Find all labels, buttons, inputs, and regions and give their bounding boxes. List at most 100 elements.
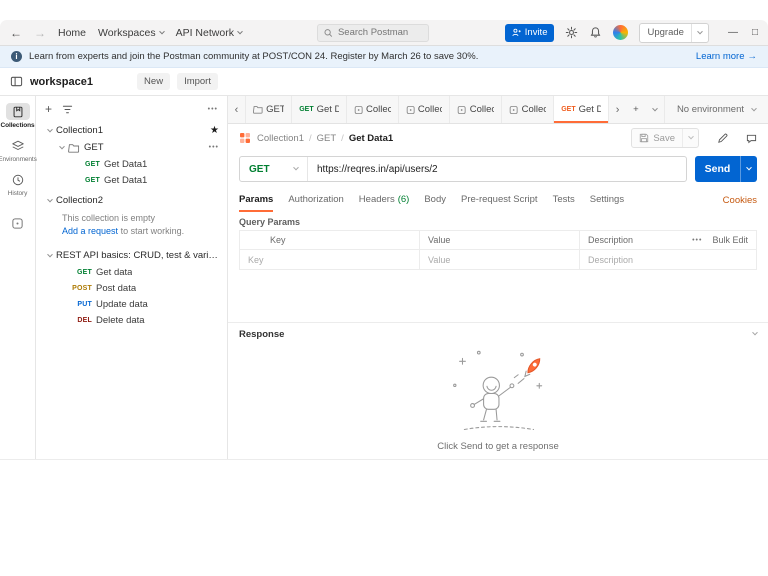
params-more-actions-icon[interactable]: ••• xyxy=(692,237,702,244)
sidebar-toggle-icon[interactable] xyxy=(10,75,23,88)
chevron-down-icon xyxy=(751,105,757,111)
back-icon[interactable]: ← xyxy=(10,26,22,40)
tab-headers[interactable]: Headers (6) xyxy=(359,188,410,212)
chevron-down-icon xyxy=(746,164,752,171)
expander-icon[interactable] xyxy=(59,143,65,149)
query-params-label: Query Params xyxy=(239,217,301,227)
global-search[interactable] xyxy=(317,23,430,42)
tab-options-icon[interactable] xyxy=(645,96,664,123)
tab-params[interactable]: Params xyxy=(239,188,274,212)
sidebar-rail: Collections Environments History xyxy=(0,96,37,459)
workspace-name[interactable]: workspace1 xyxy=(30,76,93,88)
window-controls: — □ xyxy=(728,27,758,38)
nav-api-network[interactable]: API Network xyxy=(176,27,243,39)
scroll-tabs-right-icon[interactable]: › xyxy=(609,96,627,123)
sidebar-item-collections[interactable]: Collections xyxy=(0,101,35,131)
tab-active[interactable]: GET Get D xyxy=(554,96,609,123)
settings-gear-icon[interactable] xyxy=(565,26,578,39)
chevron-down-icon xyxy=(158,28,165,34)
params-empty-row: Key Value Description xyxy=(240,250,756,269)
tree-request-row[interactable]: DEL Delete data xyxy=(36,312,227,328)
request-tabs: Params Authorization Headers (6) Body Pr… xyxy=(228,188,768,212)
tree-request-row[interactable]: PUT Update data xyxy=(36,296,227,312)
tab-pre-request-script[interactable]: Pre-request Script xyxy=(461,188,538,212)
upgrade-dropdown[interactable] xyxy=(690,23,708,42)
favorite-star-icon[interactable]: ★ xyxy=(210,125,219,136)
chevron-down-icon xyxy=(697,28,703,34)
param-description-input[interactable]: Description xyxy=(580,250,756,269)
learn-more-link[interactable]: Learn more → xyxy=(696,51,757,62)
add-request-link[interactable]: Add a request xyxy=(62,226,118,236)
tree-request-row[interactable]: GET Get Data1 xyxy=(36,156,227,172)
collapse-response-icon[interactable] xyxy=(752,329,758,336)
import-button[interactable]: Import xyxy=(177,73,218,90)
scroll-tabs-left-icon[interactable]: ‹ xyxy=(228,96,246,123)
tab-body[interactable]: Body xyxy=(424,188,446,212)
comments-icon[interactable] xyxy=(746,133,757,144)
astronaut-illustration xyxy=(453,350,543,431)
save-dropdown[interactable] xyxy=(682,129,698,147)
save-button[interactable]: Save xyxy=(631,128,699,148)
notifications-bell-icon[interactable] xyxy=(589,26,602,39)
tab[interactable]: Collec xyxy=(347,96,399,123)
tab-authorization[interactable]: Authorization xyxy=(288,188,343,212)
folder-more-actions-icon[interactable]: ••• xyxy=(209,144,219,151)
send-options-dropdown[interactable] xyxy=(740,156,757,182)
nav-home[interactable]: Home xyxy=(58,27,86,39)
tab[interactable]: GET xyxy=(246,96,293,123)
response-hint-text: Click Send to get a response xyxy=(437,441,559,452)
tree-collection1-row[interactable]: Collection1 ★ xyxy=(36,122,227,139)
filter-icon[interactable] xyxy=(62,104,73,115)
tree-request-row[interactable]: GET Get Data1 xyxy=(36,172,227,188)
tree-request-row[interactable]: GET Get data xyxy=(36,264,227,280)
tree-collection3-row[interactable]: REST API basics: CRUD, test & variable xyxy=(36,247,227,264)
add-collection-icon[interactable]: + xyxy=(45,103,52,115)
panel-more-actions-icon[interactable]: ••• xyxy=(208,106,218,113)
params-header-row: Key Value Description ••• Bulk Edit xyxy=(240,231,756,250)
info-icon: i xyxy=(11,51,22,62)
tree-collection2-row[interactable]: Collection2 xyxy=(36,192,227,209)
tab[interactable]: Collec xyxy=(399,96,451,123)
url-input[interactable] xyxy=(308,163,686,175)
chevron-down-icon xyxy=(293,164,299,171)
expander-icon[interactable] xyxy=(47,251,53,258)
search-input[interactable] xyxy=(337,27,423,38)
breadcrumb-collection[interactable]: Collection1 xyxy=(257,133,304,144)
new-tab-icon[interactable]: + xyxy=(627,96,646,123)
sidebar-item-environments[interactable]: Environments xyxy=(0,135,37,165)
tree-request-row[interactable]: POST Post data xyxy=(36,280,227,296)
minimize-button[interactable]: — xyxy=(728,27,738,38)
invite-button[interactable]: Invite xyxy=(504,23,555,42)
breadcrumb-row: Collection1 / GET / Get Data1 Save xyxy=(228,124,768,152)
request-title[interactable]: Get Data1 xyxy=(349,133,393,144)
upgrade-button[interactable]: Upgrade xyxy=(639,22,709,43)
cookies-link[interactable]: Cookies xyxy=(723,195,757,206)
tab-settings[interactable]: Settings xyxy=(590,188,624,212)
column-header-description: Description ••• Bulk Edit xyxy=(588,235,748,245)
sidebar-item-history[interactable]: History xyxy=(0,169,35,199)
forward-icon[interactable]: → xyxy=(34,26,46,40)
tab[interactable]: GET Get D xyxy=(292,96,347,123)
breadcrumb-folder[interactable]: GET xyxy=(317,133,337,144)
edit-pencil-icon[interactable] xyxy=(717,133,728,144)
new-button[interactable]: New xyxy=(137,73,171,90)
tab[interactable]: Collec xyxy=(450,96,503,123)
user-avatar[interactable] xyxy=(613,25,629,40)
tab-tests[interactable]: Tests xyxy=(553,188,575,212)
expander-icon[interactable] xyxy=(47,196,53,202)
tab[interactable]: Collec xyxy=(502,96,555,123)
bulk-edit-link[interactable]: Bulk Edit xyxy=(712,235,748,245)
method-dropdown[interactable]: GET xyxy=(240,157,308,181)
column-header-value: Value xyxy=(420,231,580,249)
collections-panel: + ••• Collection1 ★ GET ••• GET Get Data… xyxy=(36,96,228,459)
maximize-button[interactable]: □ xyxy=(752,27,758,38)
expander-icon[interactable] xyxy=(47,126,53,132)
tree-folder-get-row[interactable]: GET ••• xyxy=(36,139,227,156)
param-key-input[interactable]: Key xyxy=(240,250,420,269)
nav-workspaces[interactable]: Workspaces xyxy=(98,27,165,39)
sidebar-item-more[interactable] xyxy=(0,213,35,234)
send-button[interactable]: Send xyxy=(695,156,757,182)
environment-selector[interactable]: No environment xyxy=(663,96,768,123)
collections-icon xyxy=(5,103,30,120)
param-value-input[interactable]: Value xyxy=(420,250,580,269)
